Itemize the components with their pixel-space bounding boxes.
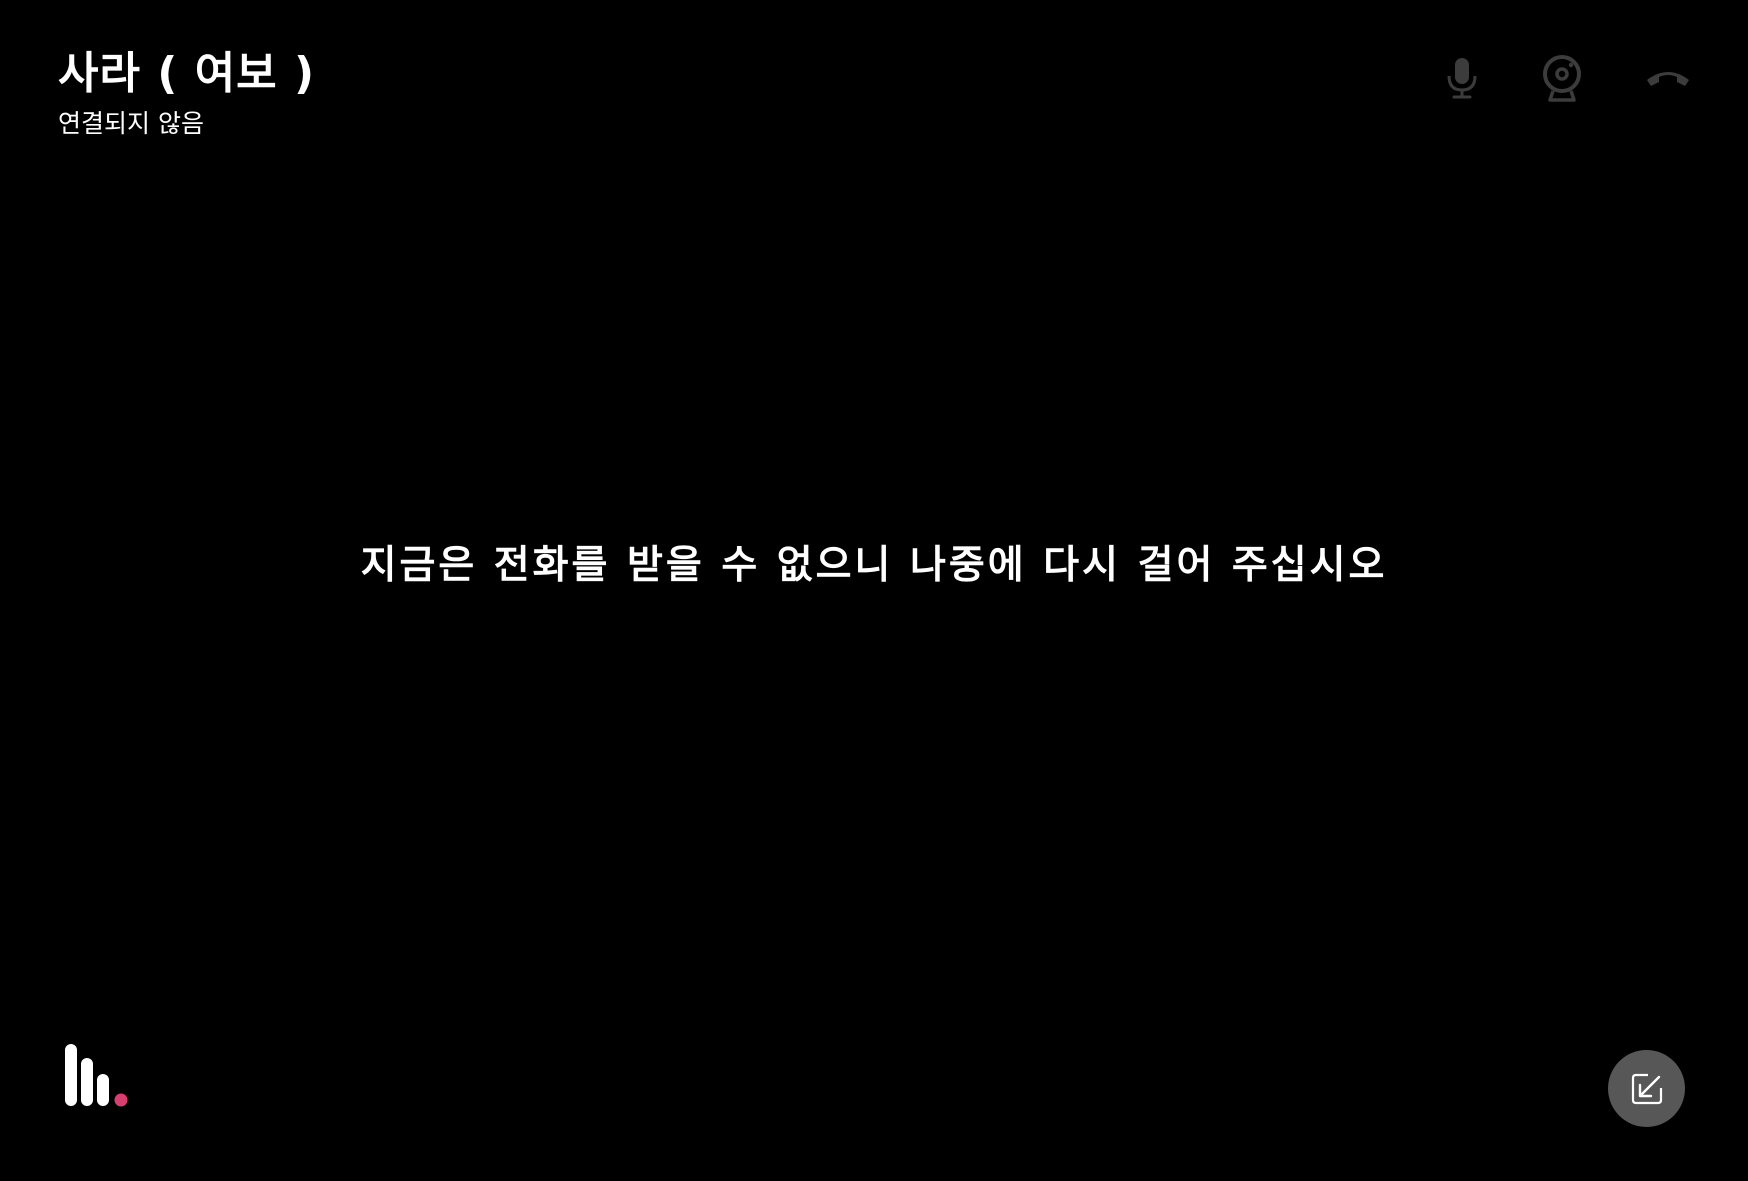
minimize-arrow-icon (1631, 1073, 1662, 1104)
camera-button[interactable] (1532, 48, 1592, 108)
call-controls (0, 48, 1748, 108)
status-message: 지금은 전화를 받을 수 없으니 나중에 다시 걸어 주십시오 (360, 543, 1388, 588)
hang-up-phone-icon (1647, 72, 1689, 86)
call-status: 연결되지 않음 (58, 109, 204, 138)
call-screen: 사라 ( 여보 ) 연결되지 않음 지금은 전화를 받을 수 없으니 나중에 다… (0, 0, 1748, 1181)
minimize-button[interactable] (1608, 1050, 1685, 1127)
microphone-icon (1447, 58, 1477, 99)
mute-button[interactable] (1432, 48, 1492, 108)
app-logo-icon (62, 1040, 134, 1110)
webcam-icon (1543, 55, 1581, 102)
hang-up-button[interactable] (1638, 48, 1698, 108)
